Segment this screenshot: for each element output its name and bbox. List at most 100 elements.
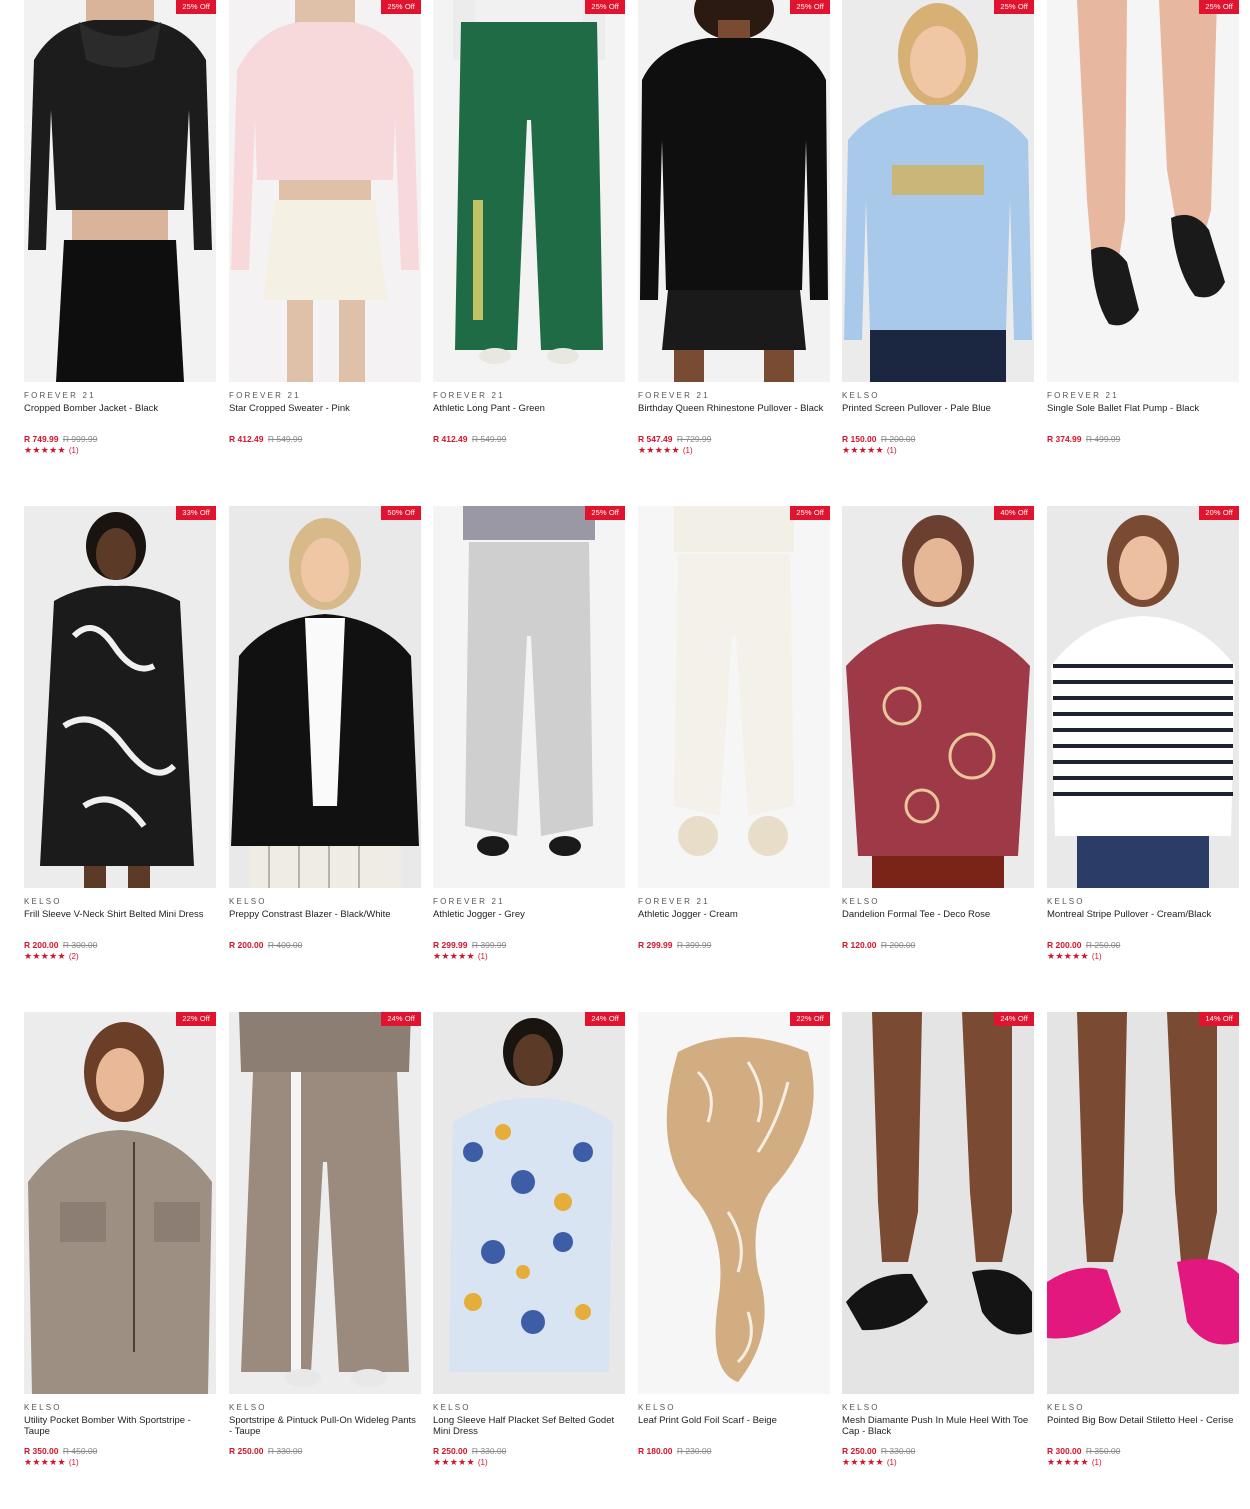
discount-badge: 22% Off xyxy=(176,1012,216,1026)
original-price: R 200.00 xyxy=(880,940,916,950)
original-price: R 499.99 xyxy=(1085,434,1121,444)
product-card[interactable]: 33% Off KELSO Frill Sleeve V-Neck Shirt … xyxy=(24,506,216,962)
product-image[interactable]: 25% Off xyxy=(433,506,625,888)
product-card[interactable]: 40% Off KELSO Dandelion Formal Tee - Dec… xyxy=(842,506,1034,951)
discount-badge: 25% Off xyxy=(790,506,830,520)
product-name[interactable]: Utility Pocket Bomber With Sportstripe -… xyxy=(24,1415,216,1439)
product-image[interactable]: 14% Off xyxy=(1047,1012,1239,1394)
product-image[interactable]: 25% Off xyxy=(24,0,216,382)
product-image[interactable]: 22% Off xyxy=(24,1012,216,1394)
product-card[interactable]: 25% Off FOREVER 21 Athletic Long Pant - … xyxy=(433,0,625,445)
product-name[interactable]: Athletic Jogger - Grey xyxy=(433,909,625,933)
product-image[interactable]: 40% Off xyxy=(842,506,1034,888)
sale-price: R 200.00 xyxy=(1047,940,1082,950)
product-price: R 200.00 R 300.00 xyxy=(24,940,216,951)
original-price: R 399.99 xyxy=(676,940,712,950)
product-image[interactable]: 25% Off xyxy=(229,0,421,382)
product-price: R 200.00 R 400.00 xyxy=(229,940,421,951)
product-card[interactable]: 25% Off FOREVER 21 Birthday Queen Rhines… xyxy=(638,0,830,456)
product-name[interactable]: Star Cropped Sweater - Pink xyxy=(229,403,421,427)
discount-badge: 33% Off xyxy=(176,506,216,520)
sale-price: R 150.00 xyxy=(842,434,877,444)
product-image[interactable]: 25% Off xyxy=(433,0,625,382)
original-price: R 400.00 xyxy=(267,940,303,950)
product-image[interactable]: 22% Off xyxy=(638,1012,830,1394)
product-brand: KELSO xyxy=(229,1403,267,1412)
product-name[interactable]: Printed Screen Pullover - Pale Blue xyxy=(842,403,1034,427)
product-name[interactable]: Long Sleeve Half Placket Sef Belted Gode… xyxy=(433,1415,625,1439)
discount-badge: 24% Off xyxy=(994,1012,1034,1026)
star-icon: ★★★★★ xyxy=(638,445,680,455)
product-brand: KELSO xyxy=(24,897,62,906)
product-name[interactable]: Birthday Queen Rhinestone Pullover - Bla… xyxy=(638,403,830,427)
product-brand: FOREVER 21 xyxy=(433,391,505,400)
original-price: R 549.99 xyxy=(267,434,303,444)
product-name[interactable]: Leaf Print Gold Foil Scarf - Beige xyxy=(638,1415,830,1439)
star-icon: ★★★★★ xyxy=(433,951,475,961)
product-image[interactable]: 25% Off xyxy=(1047,0,1239,382)
product-name[interactable]: Pointed Big Bow Detail Stiletto Heel - C… xyxy=(1047,1415,1239,1439)
product-card[interactable]: 25% Off FOREVER 21 Cropped Bomber Jacket… xyxy=(24,0,216,456)
product-card[interactable]: 25% Off FOREVER 21 Star Cropped Sweater … xyxy=(229,0,421,445)
product-rating: ★★★★★ (1) xyxy=(842,445,1034,456)
product-image[interactable]: 25% Off xyxy=(638,0,830,382)
original-price: R 230.00 xyxy=(676,1446,712,1456)
product-image[interactable]: 33% Off xyxy=(24,506,216,888)
product-card[interactable]: 25% Off KELSO Printed Screen Pullover - … xyxy=(842,0,1034,456)
sale-price: R 250.00 xyxy=(433,1446,468,1456)
product-image[interactable]: 25% Off xyxy=(638,506,830,888)
discount-badge: 25% Off xyxy=(585,0,625,14)
product-name[interactable]: Athletic Long Pant - Green xyxy=(433,403,625,427)
original-price: R 200.00 xyxy=(880,434,916,444)
product-name[interactable]: Athletic Jogger - Cream xyxy=(638,909,830,933)
star-icon: ★★★★★ xyxy=(433,1457,475,1467)
product-card[interactable]: 20% Off KELSO Montreal Stripe Pullover -… xyxy=(1047,506,1239,962)
product-brand: KELSO xyxy=(1047,1403,1085,1412)
product-photo xyxy=(24,1012,216,1394)
product-image[interactable]: 20% Off xyxy=(1047,506,1239,888)
product-image[interactable]: 50% Off xyxy=(229,506,421,888)
product-photo xyxy=(229,506,421,888)
product-name[interactable]: Frill Sleeve V-Neck Shirt Belted Mini Dr… xyxy=(24,909,216,933)
product-image[interactable]: 24% Off xyxy=(229,1012,421,1394)
star-icon: ★★★★★ xyxy=(1047,1457,1089,1467)
product-card[interactable]: 25% Off FOREVER 21 Athletic Jogger - Gre… xyxy=(433,506,625,962)
discount-badge: 25% Off xyxy=(176,0,216,14)
review-count: (1) xyxy=(886,446,897,455)
product-card[interactable]: 25% Off FOREVER 21 Athletic Jogger - Cre… xyxy=(638,506,830,951)
product-image[interactable]: 24% Off xyxy=(842,1012,1034,1394)
product-photo xyxy=(1047,0,1239,382)
product-card[interactable]: 24% Off KELSO Mesh Diamante Push In Mule… xyxy=(842,1012,1034,1468)
product-card[interactable]: 14% Off KELSO Pointed Big Bow Detail Sti… xyxy=(1047,1012,1239,1468)
star-icon: ★★★★★ xyxy=(1047,951,1089,961)
product-name[interactable]: Single Sole Ballet Flat Pump - Black xyxy=(1047,403,1239,427)
product-photo xyxy=(638,1012,830,1394)
product-card[interactable]: 25% Off FOREVER 21 Single Sole Ballet Fl… xyxy=(1047,0,1239,445)
product-photo xyxy=(433,506,625,888)
product-name[interactable]: Montreal Stripe Pullover - Cream/Black xyxy=(1047,909,1239,933)
discount-badge: 25% Off xyxy=(994,0,1034,14)
product-card[interactable]: 22% Off KELSO Leaf Print Gold Foil Scarf… xyxy=(638,1012,830,1457)
product-name[interactable]: Preppy Constrast Blazer - Black/White xyxy=(229,909,421,933)
product-price: R 412.49 R 549.99 xyxy=(433,434,625,445)
original-price: R 330.00 xyxy=(471,1446,507,1456)
sale-price: R 180.00 xyxy=(638,1446,673,1456)
product-name[interactable]: Cropped Bomber Jacket - Black xyxy=(24,403,216,427)
product-photo xyxy=(433,1012,625,1394)
product-card[interactable]: 50% Off KELSO Preppy Constrast Blazer - … xyxy=(229,506,421,951)
product-card[interactable]: 22% Off KELSO Utility Pocket Bomber With… xyxy=(24,1012,216,1468)
product-image[interactable]: 24% Off xyxy=(433,1012,625,1394)
product-name[interactable]: Sportstripe & Pintuck Pull-On Wideleg Pa… xyxy=(229,1415,421,1439)
product-grid: 25% Off FOREVER 21 Cropped Bomber Jacket… xyxy=(0,0,1250,1509)
product-photo xyxy=(24,0,216,382)
product-name[interactable]: Mesh Diamante Push In Mule Heel With Toe… xyxy=(842,1415,1034,1439)
star-icon: ★★★★★ xyxy=(24,1457,66,1467)
product-card[interactable]: 24% Off KELSO Long Sleeve Half Placket S… xyxy=(433,1012,625,1468)
sale-price: R 250.00 xyxy=(842,1446,877,1456)
product-card[interactable]: 24% Off KELSO Sportstripe & Pintuck Pull… xyxy=(229,1012,421,1457)
review-count: (1) xyxy=(1091,952,1102,961)
product-image[interactable]: 25% Off xyxy=(842,0,1034,382)
product-name[interactable]: Dandelion Formal Tee - Deco Rose xyxy=(842,909,1034,933)
product-price: R 299.99 R 399.99 xyxy=(638,940,830,951)
product-price: R 749.99 R 999.99 xyxy=(24,434,216,445)
